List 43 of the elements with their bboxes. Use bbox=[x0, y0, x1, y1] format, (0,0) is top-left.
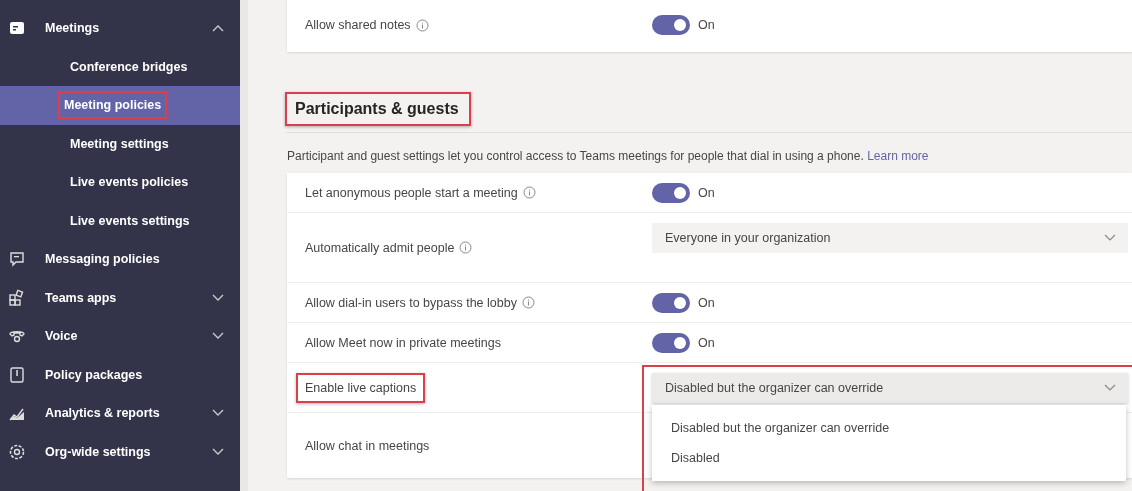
chevron-icon[interactable] bbox=[212, 409, 224, 418]
dropdown[interactable]: Everyone in your organization bbox=[652, 223, 1128, 253]
dropdown-option[interactable]: Disabled but the organizer can override bbox=[652, 413, 1126, 443]
sidebar-subitem[interactable]: Meeting settings bbox=[64, 129, 175, 158]
setting-label: Allow dial-in users to bypass the lobby bbox=[296, 287, 544, 318]
package-icon bbox=[8, 365, 26, 384]
setting-label: Allow shared notes bbox=[296, 10, 438, 40]
setting-label: Let anonymous people start a meeting bbox=[296, 177, 545, 208]
sidebar-subitem[interactable]: Live events settings bbox=[64, 206, 196, 235]
section-description: Participant and guest settings let you control access to Teams meetings for people that dial in using a phone. Learn more bbox=[287, 149, 930, 163]
sidebar-item[interactable]: Messaging policies bbox=[0, 240, 240, 279]
dropdown-option[interactable]: Disabled bbox=[652, 443, 1126, 473]
apps-icon bbox=[8, 288, 26, 307]
gear-icon bbox=[8, 442, 26, 461]
chevron-icon[interactable] bbox=[212, 447, 224, 456]
toggle-switch[interactable] bbox=[652, 182, 690, 203]
sidebar-item[interactable]: Teams apps bbox=[0, 278, 240, 317]
toggle-switch[interactable] bbox=[652, 332, 690, 353]
toggle-state-text: On bbox=[698, 295, 715, 310]
toggle-switch[interactable] bbox=[652, 292, 690, 313]
setting-label: Allow Meet now in private meetings bbox=[304, 334, 502, 352]
dropdown[interactable]: Disabled but the organizer can override bbox=[652, 373, 1128, 403]
sidebar-item[interactable]: Voice bbox=[0, 317, 240, 356]
chat-bubble-icon bbox=[8, 250, 26, 269]
learn-more-link[interactable]: Learn more bbox=[867, 149, 929, 163]
chevron-icon[interactable] bbox=[212, 24, 224, 33]
sidebar-item[interactable]: Policy packages bbox=[0, 355, 240, 394]
sidebar-item[interactable]: Org-wide settings bbox=[0, 432, 240, 471]
sidebar-item[interactable]: Meetings bbox=[0, 9, 240, 48]
setting-label: Automatically admit people bbox=[296, 232, 482, 263]
toggle-state-text: On bbox=[698, 185, 715, 200]
setting-label: Enable live captions bbox=[296, 372, 426, 403]
section-heading: Participants & guests bbox=[285, 92, 471, 126]
sidebar-subitem[interactable]: Conference bridges bbox=[64, 52, 194, 81]
sidebar-subitem[interactable]: Live events policies bbox=[64, 168, 195, 197]
toggle-state-text: On bbox=[698, 18, 715, 32]
toggle-state-text: On bbox=[698, 335, 715, 350]
sidebar-subitem[interactable]: Meeting policies bbox=[58, 91, 168, 120]
chevron-icon[interactable] bbox=[212, 332, 224, 341]
setting-label: Allow chat in meetings bbox=[304, 437, 431, 455]
toggle-switch[interactable] bbox=[652, 15, 690, 35]
chevron-icon[interactable] bbox=[212, 293, 224, 302]
sidebar-item[interactable]: Analytics & reports bbox=[0, 394, 240, 433]
